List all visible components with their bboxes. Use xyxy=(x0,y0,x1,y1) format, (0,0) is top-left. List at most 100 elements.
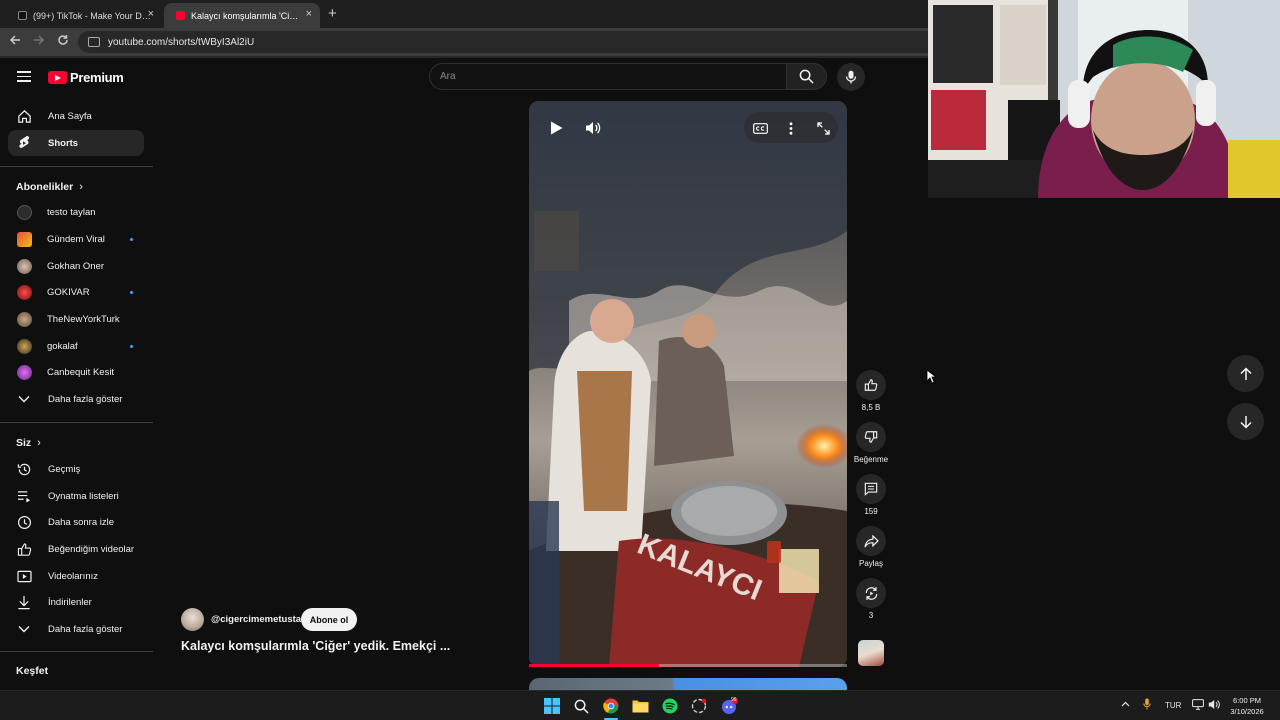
input-language[interactable]: TUR xyxy=(1165,701,1181,710)
subscriptions-heading[interactable]: Abonelikler › xyxy=(16,181,83,193)
comments-action[interactable]: 159 xyxy=(853,474,889,516)
sidebar-item-watch-later[interactable]: Daha sonra izle xyxy=(8,509,144,535)
windows-taskbar: 99 TUR 6:00 PM 3/10/2026 xyxy=(0,690,1280,720)
chrome-icon[interactable] xyxy=(602,697,620,715)
sidebar-item-subscription[interactable]: Gokhan Oner xyxy=(8,253,144,279)
downloads-icon xyxy=(16,594,32,610)
new-content-indicator xyxy=(130,290,133,294)
comments-button[interactable] xyxy=(856,474,886,504)
sidebar-item-subscription[interactable]: Gündem Viral xyxy=(8,226,144,252)
next-short-preview[interactable] xyxy=(529,678,847,690)
remix-action[interactable]: 3 xyxy=(853,578,889,620)
microphone-icon[interactable] xyxy=(1143,698,1151,712)
show-more-you[interactable]: Daha fazla göster xyxy=(8,616,144,642)
avatar xyxy=(17,258,32,274)
reload-icon[interactable] xyxy=(57,34,69,49)
home-icon xyxy=(16,108,32,124)
menu-icon[interactable] xyxy=(17,71,31,82)
clock-date: 3/10/2026 xyxy=(1230,707,1264,716)
system-clock[interactable]: 6:00 PM 3/10/2026 xyxy=(1226,695,1268,717)
short-title[interactable]: Kalaycı komşularımla 'Ciğer' yedik. Emek… xyxy=(181,639,450,653)
previous-short-button[interactable] xyxy=(1227,355,1264,392)
site-info-icon[interactable] xyxy=(88,37,100,47)
tab-tiktok[interactable]: (99+) TikTok - Make Your Day × xyxy=(6,3,162,28)
file-explorer-icon[interactable] xyxy=(631,697,649,715)
show-more-subscriptions[interactable]: Daha fazla göster xyxy=(8,386,144,412)
play-button[interactable] xyxy=(545,117,567,139)
chevron-up-icon[interactable] xyxy=(1121,700,1130,709)
playlists-icon xyxy=(16,488,32,504)
remix-icon xyxy=(865,586,877,600)
short-video-player[interactable]: KALAYCI xyxy=(529,101,847,667)
forward-arrow-icon[interactable] xyxy=(33,34,45,49)
audio-track-thumbnail[interactable] xyxy=(858,640,884,666)
speaker-icon[interactable] xyxy=(1208,699,1220,712)
sidebar-item-subscription[interactable]: TheNewYorkTurk xyxy=(8,306,144,332)
sidebar-item-subscription[interactable]: GOKIVAR xyxy=(8,279,144,305)
sidebar-item-history[interactable]: Geçmiş xyxy=(8,456,144,482)
sidebar-item-downloads[interactable]: İndirilenler xyxy=(8,589,144,615)
notification-badge: 99 xyxy=(731,697,737,703)
video-progress-bar[interactable] xyxy=(529,664,847,667)
share-button[interactable] xyxy=(856,526,886,556)
discord-icon[interactable]: 99 xyxy=(720,697,738,715)
sidebar-item-playlists[interactable]: Oynatma listeleri xyxy=(8,483,144,509)
sidebar-item-home[interactable]: Ana Sayfa xyxy=(8,103,144,129)
tiktok-icon xyxy=(18,11,27,20)
volume-button[interactable] xyxy=(582,117,604,139)
like-button[interactable] xyxy=(856,370,886,400)
remix-button[interactable] xyxy=(856,578,886,608)
captions-button[interactable] xyxy=(749,117,771,139)
divider xyxy=(0,56,928,58)
divider xyxy=(0,166,153,167)
new-tab-button[interactable]: + xyxy=(328,5,337,22)
close-icon[interactable]: × xyxy=(148,8,154,20)
spotify-icon[interactable] xyxy=(661,697,679,715)
tab-title: Kalaycı komşularımla 'Ciğer' yedik. Emek… xyxy=(191,10,303,21)
tab-youtube-short[interactable]: Kalaycı komşularımla 'Ciğer' yedik. Emek… xyxy=(164,3,320,28)
chevron-right-icon: › xyxy=(37,437,41,449)
avatar xyxy=(17,204,32,220)
channel-avatar[interactable] xyxy=(181,608,204,631)
subscribe-button[interactable]: Abone ol xyxy=(301,608,357,631)
divider xyxy=(0,422,153,423)
youtube-premium-logo[interactable]: Premium xyxy=(48,70,124,85)
dislike-button[interactable] xyxy=(856,422,886,452)
avatar xyxy=(17,231,32,247)
like-action[interactable]: 8,5 B xyxy=(853,370,889,412)
sidebar-item-subscription[interactable]: testo taylan xyxy=(8,199,144,225)
close-icon[interactable]: × xyxy=(306,8,312,20)
sidebar-item-subscription[interactable]: Canbequit Kesit xyxy=(8,359,144,385)
you-heading[interactable]: Siz › xyxy=(16,437,41,449)
sidebar-item-your-videos[interactable]: Videolarınız xyxy=(8,563,144,589)
divider xyxy=(0,651,153,652)
search-icon[interactable] xyxy=(572,697,590,715)
address-bar[interactable]: youtube.com/shorts/tWByI3Al2iU xyxy=(78,31,928,53)
chevron-right-icon: › xyxy=(79,181,83,193)
sidebar-item-subscription[interactable]: gokalaf xyxy=(8,333,144,359)
avatar xyxy=(17,338,32,354)
sidebar-item-shorts[interactable]: Shorts xyxy=(8,130,144,156)
new-content-indicator xyxy=(130,344,133,348)
network-icon[interactable] xyxy=(1192,699,1204,712)
chevron-down-icon xyxy=(16,391,32,407)
thumbs-down-icon xyxy=(864,431,878,443)
dislike-action[interactable]: Beğenme xyxy=(853,422,889,464)
arrow-down-icon xyxy=(1239,415,1252,429)
app-loader-icon[interactable] xyxy=(690,697,708,715)
search-button[interactable] xyxy=(786,63,827,90)
history-icon xyxy=(16,461,32,477)
expand-icon xyxy=(816,121,830,135)
next-short-button[interactable] xyxy=(1227,403,1264,440)
back-arrow-icon[interactable] xyxy=(9,34,21,49)
windows-start-icon[interactable] xyxy=(543,697,561,715)
voice-search-button[interactable] xyxy=(837,63,865,91)
sidebar-item-liked-videos[interactable]: Beğendiğim videolar xyxy=(8,536,144,562)
search-input[interactable]: Ara xyxy=(429,63,786,90)
share-action[interactable]: Paylaş xyxy=(853,526,889,568)
channel-name[interactable]: @cigercimemetusta xyxy=(211,614,301,625)
tab-title: (99+) TikTok - Make Your Day xyxy=(33,10,151,21)
more-options-button[interactable] xyxy=(780,117,802,139)
fullscreen-button[interactable] xyxy=(812,117,834,139)
browser-tab-bar: (99+) TikTok - Make Your Day × Kalaycı k… xyxy=(0,0,928,28)
